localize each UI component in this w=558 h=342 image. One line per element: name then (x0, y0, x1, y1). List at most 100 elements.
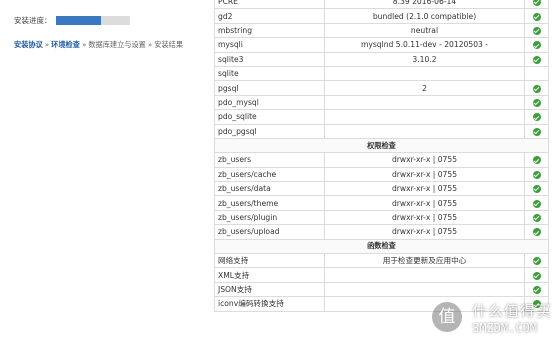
check-item-value (324, 123, 525, 139)
section-title: 权限检查 (214, 137, 549, 154)
check-item-name: pdo_sqlite (214, 109, 325, 125)
check-row: pdo_pgsql (214, 123, 549, 139)
watermark-en-text: SMZDM.COM (472, 321, 538, 335)
check-ok-icon (532, 84, 541, 93)
check-ok-icon (532, 0, 541, 7)
check-status-cell (524, 65, 549, 82)
check-status-cell (524, 123, 549, 139)
check-row: mbstring neutral (214, 22, 549, 39)
check-ok-icon (532, 127, 541, 136)
environment-check-panel: PCRE 8.39 2016-06-14 gd2 bundled (2.1.0 com… (214, 0, 549, 312)
section-header-row: 函数检查 (214, 238, 549, 255)
check-ok-icon (532, 199, 541, 208)
check-ok-icon (532, 228, 541, 237)
check-row: gd2 bundled (2.1.0 compatible) (214, 8, 549, 24)
breadcrumb-separator: » (147, 40, 153, 49)
check-status-cell (524, 195, 549, 211)
check-status-cell (524, 152, 549, 168)
breadcrumb-separator: » (44, 40, 50, 49)
check-ok-icon (532, 113, 541, 122)
check-item-name: pdo_mysql (214, 94, 325, 111)
install-progress: 安装进度： (14, 15, 130, 26)
check-item-name: zb_users/upload (214, 224, 325, 240)
watermark-cn-text: 什么值得买 (472, 302, 553, 320)
check-status-cell (524, 253, 549, 269)
check-status-cell (524, 181, 549, 197)
check-row: zb_users/theme drwxr-xr-x | 0755 (214, 195, 549, 211)
check-item-name: pdo_pgsql (214, 123, 325, 139)
check-ok-icon (532, 156, 541, 165)
check-ok-icon (532, 26, 541, 35)
check-item-value: drwxr-xr-x | 0755 (324, 166, 525, 183)
check-ok-icon (532, 185, 541, 194)
check-item-name: sqlite3 (214, 51, 325, 67)
check-row: zb_users/plugin drwxr-xr-x | 0755 (214, 209, 549, 226)
check-item-value (324, 65, 525, 82)
progress-bar (55, 16, 130, 25)
check-row: pgsql 2 (214, 80, 549, 96)
check-ok-icon (532, 257, 541, 266)
check-status-cell (524, 166, 549, 183)
section-title: 函数检查 (214, 238, 549, 255)
check-item-name: mbstring (214, 22, 325, 39)
check-item-name: zb_users (214, 152, 325, 168)
install-steps-breadcrumb: 安装协议» 环境检查» 数据库建立与设置» 安装结果 (14, 40, 183, 50)
check-item-value: neutral (324, 22, 525, 39)
check-item-value: 2 (324, 80, 525, 96)
check-item-name: zb_users/data (214, 181, 325, 197)
check-row: XML支持 (214, 267, 549, 283)
install-step-3: 数据库建立与设置 (88, 40, 146, 49)
check-item-name: iconv编码转换支持 (214, 296, 325, 312)
check-item-name: gd2 (214, 8, 325, 24)
check-status-cell (524, 80, 549, 96)
check-status-cell (524, 109, 549, 125)
check-item-value (324, 267, 525, 283)
check-ok-icon (532, 98, 541, 107)
check-ok-icon (532, 41, 541, 50)
check-status-cell (524, 37, 549, 53)
check-status-cell (524, 51, 549, 67)
check-item-value: drwxr-xr-x | 0755 (324, 152, 525, 168)
check-ok-icon (532, 214, 541, 223)
check-item-name: PCRE (214, 0, 325, 10)
check-row: pdo_sqlite (214, 109, 549, 125)
check-item-value: drwxr-xr-x | 0755 (324, 224, 525, 240)
check-status-cell (524, 209, 549, 226)
check-row: zb_users/cache drwxr-xr-x | 0755 (214, 166, 549, 183)
check-row: PCRE 8.39 2016-06-14 (214, 0, 549, 10)
check-item-value (324, 109, 525, 125)
check-status-cell (524, 0, 549, 10)
check-item-value: 8.39 2016-06-14 (324, 0, 525, 10)
check-item-value: bundled (2.1.0 compatible) (324, 8, 525, 24)
check-item-name: zb_users/plugin (214, 209, 325, 226)
check-item-value: drwxr-xr-x | 0755 (324, 181, 525, 197)
check-item-name: JSON支持 (214, 281, 325, 298)
check-row: zb_users drwxr-xr-x | 0755 (214, 152, 549, 168)
check-item-value: 用于检查更新及应用中心 (324, 253, 525, 269)
check-row: sqlite3 3.10.2 (214, 51, 549, 67)
check-item-name: sqlite (214, 65, 325, 82)
section-header-row: 权限检查 (214, 137, 549, 154)
check-item-name: pgsql (214, 80, 325, 96)
progress-bar-fill (55, 16, 102, 25)
check-row: zb_users/upload drwxr-xr-x | 0755 (214, 224, 549, 240)
check-item-value: 3.10.2 (324, 51, 525, 67)
check-row: 网络支持 用于检查更新及应用中心 (214, 253, 549, 269)
check-status-cell (524, 8, 549, 24)
watermark-logo: 值 (432, 302, 462, 332)
check-ok-icon (532, 170, 541, 179)
check-row: mysqli mysqlnd 5.0.11-dev - 20120503 - (214, 37, 549, 53)
install-step-1: 安装协议 (14, 40, 43, 49)
check-ok-icon (532, 271, 541, 280)
check-item-value (324, 94, 525, 111)
check-item-name: zb_users/theme (214, 195, 325, 211)
install-step-4: 安装结果 (154, 40, 184, 49)
check-item-value: drwxr-xr-x | 0755 (324, 209, 525, 226)
environment-check-table: PCRE 8.39 2016-06-14 gd2 bundled (2.1.0 com… (214, 0, 549, 312)
check-row: sqlite (214, 65, 549, 82)
check-item-name: 网络支持 (214, 253, 325, 269)
check-item-value: drwxr-xr-x | 0755 (324, 195, 525, 211)
install-step-2: 环境检查 (51, 40, 80, 49)
check-item-name: zb_users/cache (214, 166, 325, 183)
check-ok-icon (532, 12, 541, 21)
